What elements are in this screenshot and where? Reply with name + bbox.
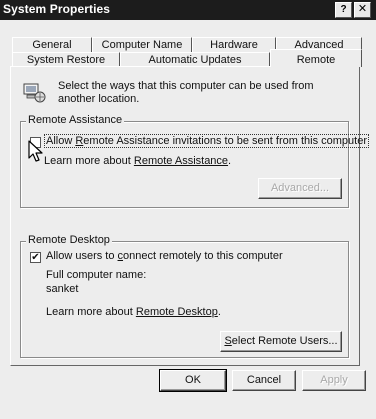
label-part: Allow users to <box>46 250 118 262</box>
select-remote-users-button[interactable]: Select Remote Users... <box>220 331 342 352</box>
learn-more-suffix: . <box>217 306 221 318</box>
remote-desktop-checkbox-label[interactable]: Allow users to connect remotely to this … <box>46 250 283 262</box>
remote-desktop-checkbox[interactable]: ✔ <box>30 252 41 263</box>
remote-desktop-learn-more: Learn more about Remote Desktop. <box>46 306 221 318</box>
window-title: System Properties <box>3 2 111 16</box>
tab-hardware[interactable]: Hardware <box>192 37 276 52</box>
full-computer-name-label: Full computer name: <box>46 269 147 281</box>
label-part: onnect remotely to this computer <box>123 250 283 262</box>
remote-assistance-checkbox-label[interactable]: Allow Remote Assistance invitations to b… <box>44 134 369 148</box>
apply-button[interactable]: Apply <box>302 370 366 391</box>
tab-computer-name[interactable]: Computer Name <box>92 37 192 52</box>
tab-row-front: System Restore Automatic Updates Remote <box>12 49 362 67</box>
close-button[interactable]: ✕ <box>354 2 371 18</box>
remote-desktop-group-label: Remote Desktop <box>26 234 112 246</box>
title-bar[interactable]: System Properties ? ✕ <box>0 0 376 20</box>
tab-system-restore[interactable]: System Restore <box>12 52 120 67</box>
intro-description: Select the ways that this computer can b… <box>58 80 314 105</box>
tab-general[interactable]: General <box>12 37 92 52</box>
label-part: emote Assistance invitations to be sent … <box>83 135 367 147</box>
ok-button[interactable]: OK <box>159 369 227 392</box>
cancel-button[interactable]: Cancel <box>232 370 296 391</box>
mouse-pointer-icon <box>28 140 43 162</box>
remote-desktop-link[interactable]: Remote Desktop <box>136 306 218 318</box>
computer-network-icon <box>23 83 46 103</box>
tab-automatic-updates[interactable]: Automatic Updates <box>120 52 270 67</box>
hotkey-letter: S <box>224 335 232 347</box>
remote-assistance-learn-more: Learn more about Remote Assistance. <box>44 155 231 167</box>
learn-more-prefix: Learn more about <box>44 155 134 167</box>
remote-assistance-group-label: Remote Assistance <box>26 114 125 126</box>
learn-more-prefix: Learn more about <box>46 306 136 318</box>
tab-remote[interactable]: Remote <box>270 49 362 67</box>
help-button[interactable]: ? <box>335 2 352 18</box>
learn-more-suffix: . <box>228 155 232 167</box>
system-properties-window: System Properties ? ✕ General Computer N… <box>0 0 376 419</box>
button-label: elect Remote Users... <box>231 335 338 347</box>
remote-assistance-link[interactable]: Remote Assistance <box>134 155 228 167</box>
advanced-button[interactable]: Advanced... <box>258 178 342 199</box>
label-part: Allow <box>46 135 76 147</box>
full-computer-name-value: sanket <box>46 283 79 295</box>
